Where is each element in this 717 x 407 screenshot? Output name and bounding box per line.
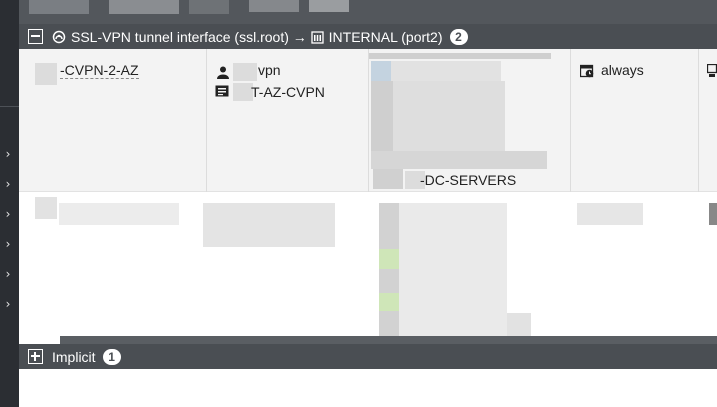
schedule-icon [580, 64, 594, 78]
chevron-right-icon[interactable]: › [1, 297, 15, 311]
chevron-right-icon[interactable]: › [1, 207, 15, 221]
section-interface-label: SSL-VPN tunnel interface (ssl.root) → [71, 28, 311, 45]
tunnel-icon [52, 30, 66, 43]
user-group-icon [215, 85, 229, 97]
chevron-right-icon[interactable]: › [1, 177, 15, 191]
count-badge: 2 [449, 28, 468, 45]
collapse-icon[interactable] [28, 29, 43, 44]
section-header-implicit[interactable]: Implicit 1 [19, 344, 717, 369]
source-user[interactable]: vpn [258, 62, 281, 78]
section-header-ssl-vpn[interactable]: SSL-VPN tunnel interface (ssl.root) → IN… [19, 24, 717, 49]
cell-name: -CVPN-2-AZ [19, 49, 207, 192]
count-badge: 1 [102, 348, 121, 365]
section-title: SSL-VPN tunnel interface (ssl.root) → IN… [52, 29, 443, 45]
horizontal-scrollbar[interactable] [60, 336, 717, 344]
expand-icon[interactable] [28, 349, 43, 364]
section-title: Implicit [52, 348, 96, 365]
service-icon [707, 64, 717, 77]
source-group[interactable]: T-AZ-CVPN [251, 84, 325, 100]
redacted-header-strip [19, 0, 717, 24]
policy-row-selected[interactable]: -CVPN-2-AZ vpn T-AZ-CVPN -DC-SERVERS alw… [19, 49, 717, 192]
destination-address[interactable]: -DC-SERVERS [420, 172, 516, 188]
section-destination-label: INTERNAL (port2) [328, 28, 443, 45]
policy-name[interactable]: -CVPN-2-AZ [60, 62, 139, 79]
left-nav: › › › › › › [0, 0, 19, 407]
cell-source: vpn T-AZ-CVPN [207, 49, 369, 192]
nav-divider [0, 106, 19, 107]
empty-area [19, 369, 717, 407]
user-icon [217, 66, 229, 79]
cell-destination: -DC-SERVERS [369, 49, 571, 192]
schedule-value[interactable]: always [601, 62, 644, 78]
chevron-right-icon[interactable]: › [1, 237, 15, 251]
chevron-right-icon[interactable]: › [1, 267, 15, 281]
policy-row-redacted[interactable] [19, 193, 717, 337]
port-icon [311, 30, 324, 44]
chevron-right-icon[interactable]: › [1, 147, 15, 161]
cell-schedule: always [571, 49, 699, 192]
